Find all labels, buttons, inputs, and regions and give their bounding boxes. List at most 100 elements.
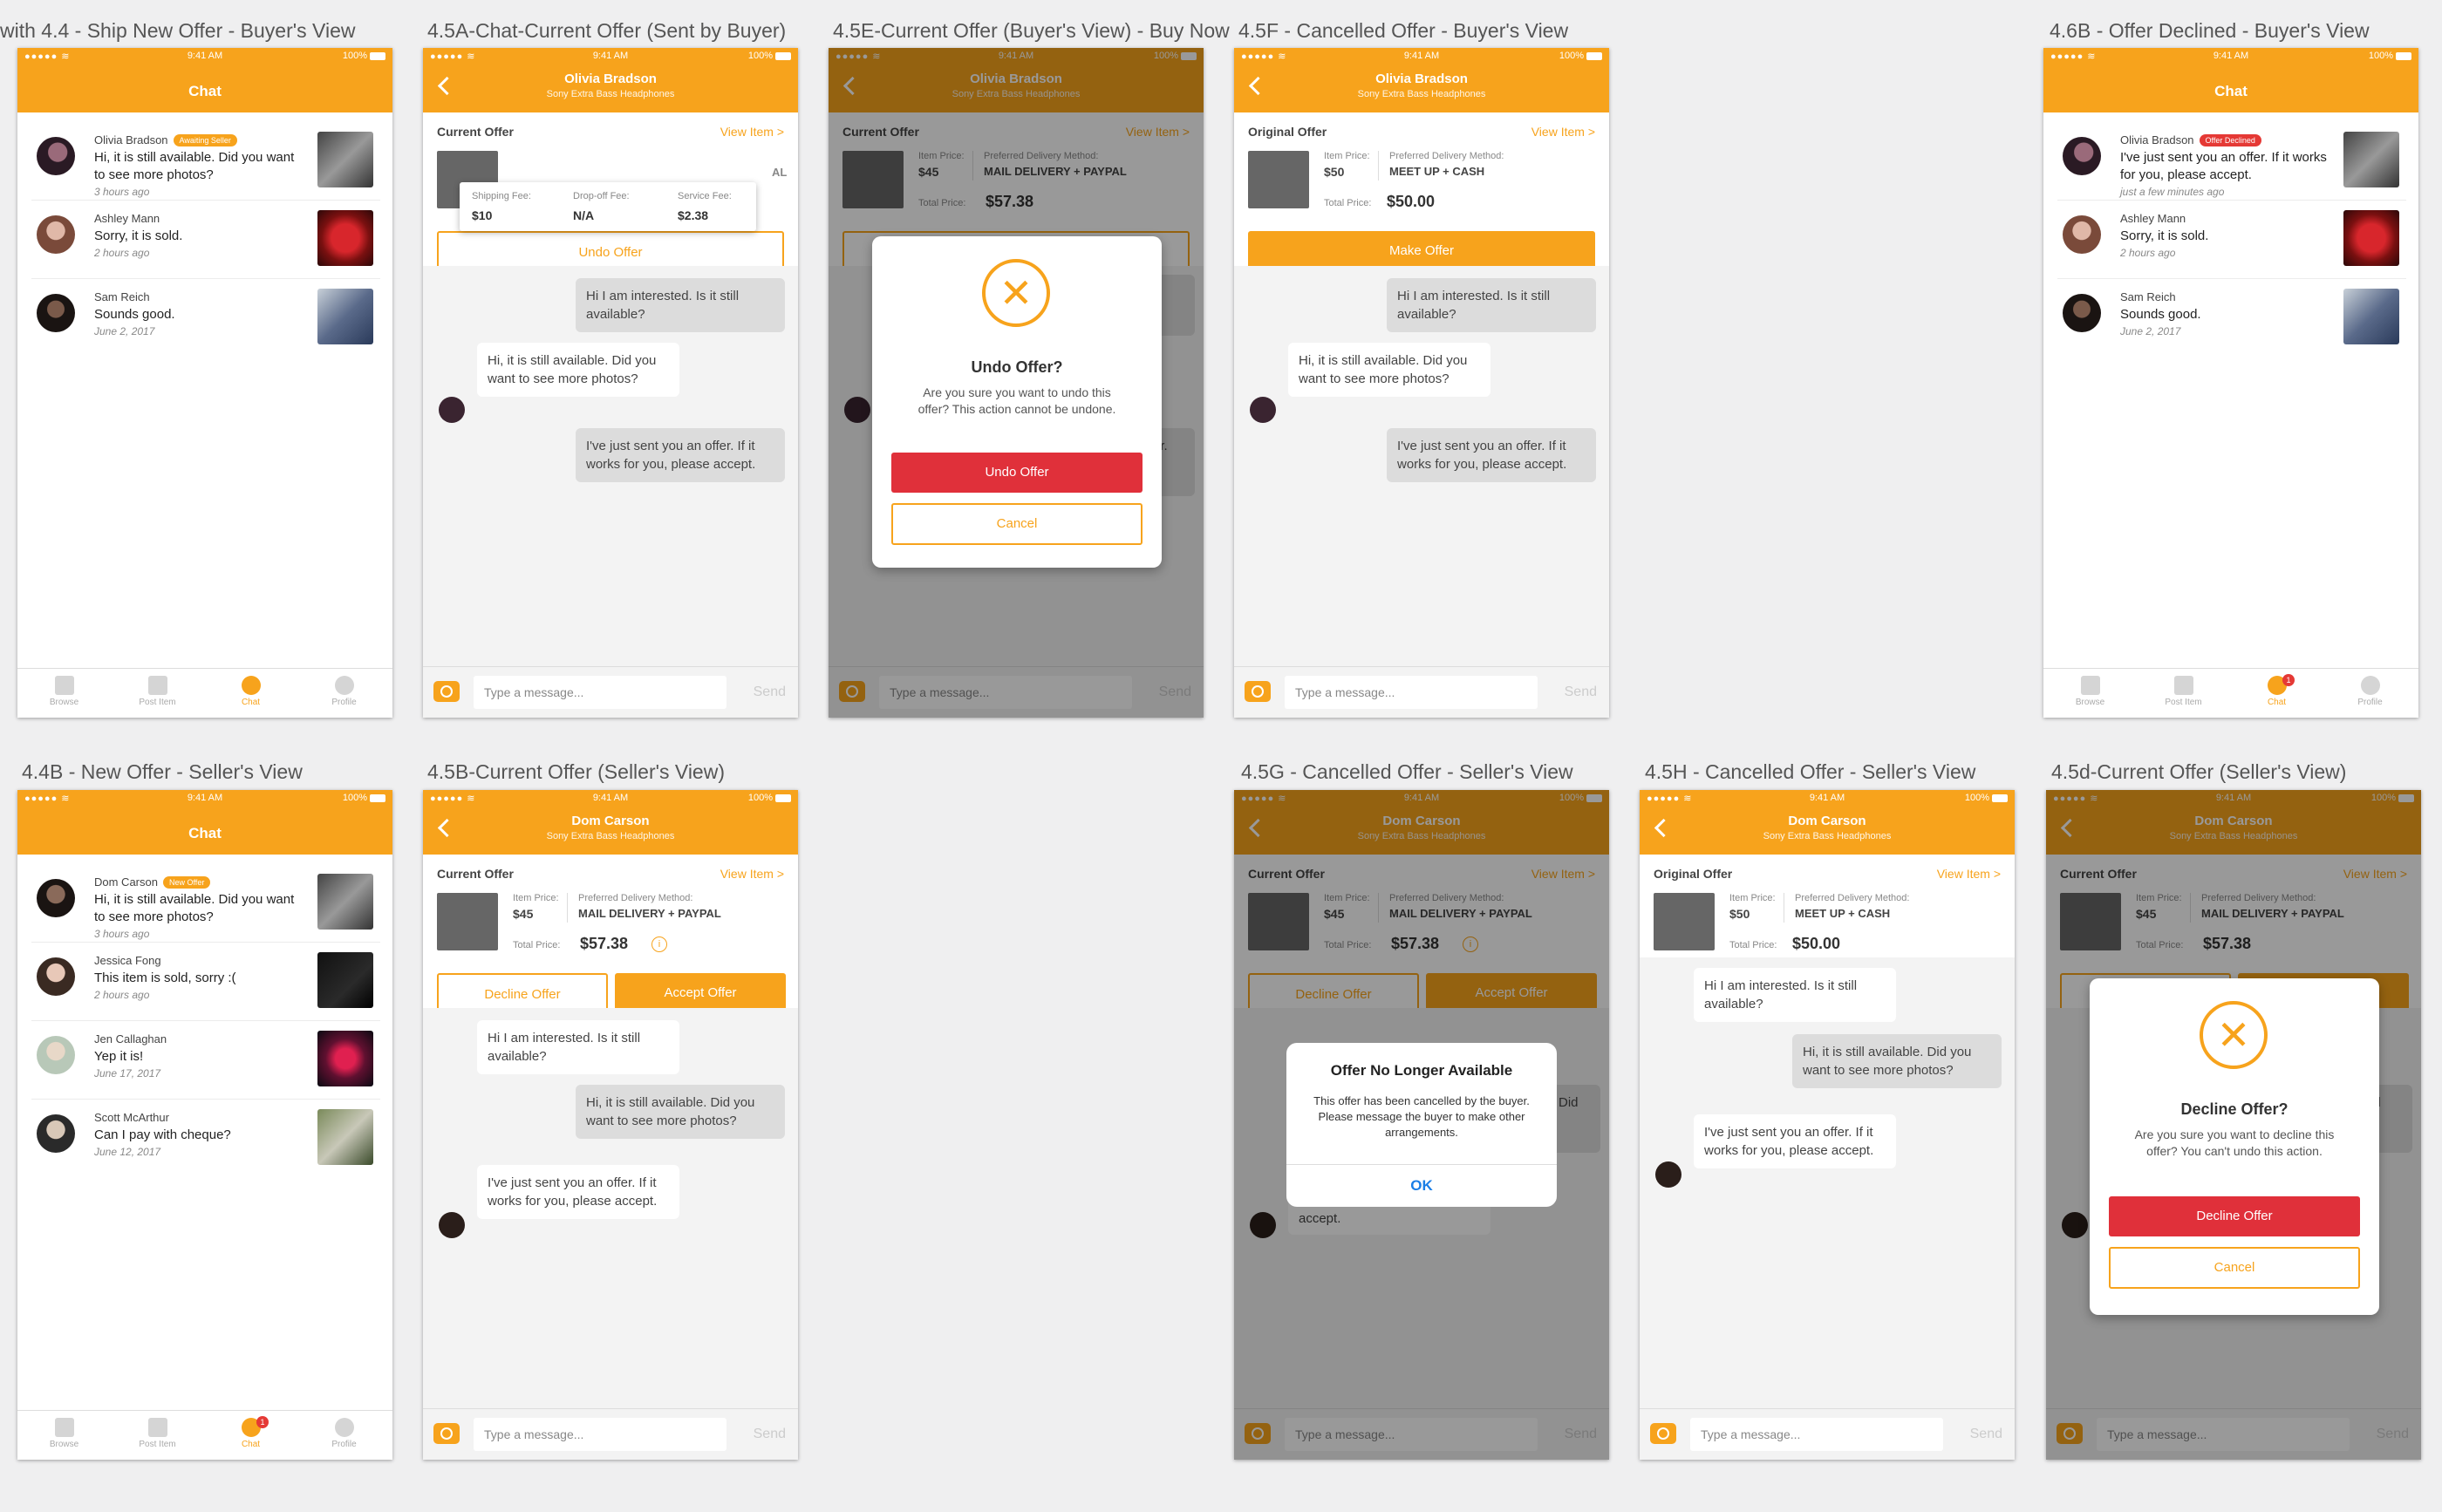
partial-text: AL [772,166,788,179]
artboard-label: with 4.4 - Ship New Offer - Buyer's View [0,19,356,42]
conversation-item[interactable]: Ashley Mann Sorry, it is sold. 2 hours a… [2057,200,2406,279]
conversation-item[interactable]: Jessica Fong This item is sold, sorry :(… [31,942,380,1021]
tab-browse[interactable]: Browse [17,674,111,707]
message-input[interactable]: Type a message... [474,1418,726,1451]
total-price: $50.00 [1792,935,1841,952]
send-button[interactable]: Send [1565,676,1597,709]
tab-browse[interactable]: Browse [2043,674,2137,707]
tab-chat[interactable]: Chat 1 [2230,674,2323,707]
tab-post-item[interactable]: Post Item [111,674,204,707]
contact-name: Dom Carson [1788,814,1866,828]
tab-post-item[interactable]: Post Item [2137,674,2230,707]
contact-name: Dom Carson [571,814,650,828]
info-icon[interactable]: i [651,936,667,952]
cancel-button[interactable]: Cancel [2109,1247,2360,1289]
conversation-item[interactable]: Ashley Mann Sorry, it is sold. 2 hours a… [31,200,380,279]
nav-bar: ●●●●● ≋ 9:41 AM 100% Chat [2043,48,2418,112]
message-composer: Type a message... Send [423,666,798,718]
conversation-item[interactable]: Sam Reich Sounds good. June 2, 2017 [2057,278,2406,357]
last-message: Sounds good. [94,307,175,322]
artboard-label: 4.5B-Current Offer (Seller's View) [427,760,725,783]
confirm-undo-button[interactable]: Undo Offer [891,453,1143,493]
offer-title: Original Offer [1248,125,1327,139]
message-list: Hi I am interested. Is it still availabl… [1640,957,2015,1411]
message-bubble-sent: I've just sent you an offer. If it works… [1387,428,1596,482]
send-button[interactable]: Send [754,676,786,709]
message-composer: Type a message... Send [1234,666,1609,718]
tab-bar: Browse Post Item Chat Profile [17,668,392,718]
view-item-link[interactable]: View Item > [720,125,784,139]
decline-offer-dialog: ✕ Decline Offer? Are you sure you want t… [2090,978,2379,1315]
conversation-item[interactable]: Jen Callaghan Yep it is! June 17, 2017 [31,1020,380,1100]
camera-icon[interactable] [433,1423,460,1444]
timestamp: 3 hours ago [94,928,150,940]
ok-button[interactable]: OK [1286,1164,1557,1207]
conversation-item[interactable]: Olivia Bradson Offer Declined I've just s… [2057,121,2406,201]
contact-name: Ashley Mann [2120,212,2186,225]
nav-bar: ●●●●● ≋ 9:41 AM 100% Olivia Bradson Sony E… [423,48,798,112]
offer-unavailable-alert: Offer No Longer Available This offer has… [1286,1043,1557,1207]
cancel-button[interactable]: Cancel [891,503,1143,545]
screen-cancelled-offer-seller: ●●●●● ≋ 9:41 AM 100% Dom Carson Sony Extra… [1640,790,2015,1460]
message-bubble-sent: Hi I am interested. Is it still availabl… [1387,278,1596,332]
contact-name: Jen Callaghan [94,1032,167,1045]
timestamp: June 2, 2017 [2120,325,2181,337]
contact-name: Sam Reich [94,290,150,303]
camera-icon[interactable] [433,681,460,702]
artboard-label: 4.5H - Cancelled Offer - Seller's View [1645,760,1976,783]
item-price: $50 [1729,907,1750,921]
tab-chat[interactable]: Chat [204,674,297,707]
view-item-link[interactable]: View Item > [720,867,784,881]
confirm-decline-button[interactable]: Decline Offer [2109,1196,2360,1236]
message-bubble-sent: Hi, it is still available. Did you want … [576,1085,785,1139]
tab-profile[interactable]: Profile [297,1416,391,1449]
screen-cancelled-offer-buyer: ●●●●● ≋ 9:41 AM 100% Olivia Bradson Sony E… [1234,48,1609,718]
tab-chat[interactable]: Chat 1 [204,1416,297,1449]
tab-bar: Browse Post Item Chat 1 Profile [2043,668,2418,718]
conversation-item[interactable]: Olivia Bradson Awaiting Seller Hi, it is … [31,121,380,201]
tab-post-item[interactable]: Post Item [111,1416,204,1449]
conversation-item[interactable]: Scott McArthur Can I pay with cheque? Ju… [31,1099,380,1177]
send-button[interactable]: Send [1970,1418,2002,1451]
total-price: $50.00 [1387,193,1436,210]
tab-profile[interactable]: Profile [2323,674,2417,707]
message-bubble-received: Hi, it is still available. Did you want … [1288,343,1490,397]
status-bar: ●●●●● ≋ 9:41 AM 100% [17,51,392,63]
offer-title: Original Offer [1654,867,1733,881]
contact-name: Scott McArthur [94,1111,169,1124]
avatar [2063,137,2101,175]
delivery-method: MEET UP + CASH [1795,907,1891,920]
contact-name: Olivia Bradson [564,72,657,86]
conversation-item[interactable]: Dom Carson New Offer Hi, it is still avai… [31,863,380,943]
tab-browse[interactable]: Browse [17,1416,111,1449]
tab-profile[interactable]: Profile [297,674,391,707]
dialog-title: Decline Offer? [2180,1100,2289,1118]
timestamp: 2 hours ago [94,989,150,1001]
page-title: Chat [188,83,222,99]
send-button[interactable]: Send [754,1418,786,1451]
camera-icon[interactable] [1650,1423,1676,1444]
message-input[interactable]: Type a message... [1285,676,1538,709]
camera-icon[interactable] [1245,681,1271,702]
artboard-label: 4.5d-Current Offer (Seller's View) [2051,760,2347,783]
message-input[interactable]: Type a message... [474,676,726,709]
item-thumbnail [317,1031,373,1086]
timestamp: 3 hours ago [94,186,150,198]
screen-offer-declined-buyer: ●●●●● ≋ 9:41 AM 100% Chat Olivia Bradson Of… [2043,48,2418,718]
conversation-item[interactable]: Sam Reich Sounds good. June 2, 2017 [31,278,380,357]
offer-panel: Original Offer View Item > Item Price: $… [1234,112,1609,271]
nav-bar: ●●●●● ≋ 9:41 AM 100% Chat [17,48,392,112]
offer-panel: Current Offer View Item > Item Price: $4… [423,855,798,1013]
view-item-link[interactable]: View Item > [1531,125,1595,139]
product-name: Sony Extra Bass Headphones [1763,831,1892,841]
item-thumbnail [437,893,498,950]
page-title: Chat [188,825,222,841]
view-item-link[interactable]: View Item > [1937,867,2001,881]
undo-offer-dialog: ✕ Undo Offer? Are you sure you want to u… [872,236,1162,568]
message-input[interactable]: Type a message... [1690,1418,1943,1451]
item-thumbnail [317,132,373,187]
screen-chat-list-seller: ●●●●● ≋ 9:41 AM 100% Chat Dom Carson New Of… [17,790,392,1460]
timestamp: June 17, 2017 [94,1067,161,1080]
nav-bar: ●●●●● ≋ 9:41 AM 100% Dom Carson Sony Extra… [423,790,798,855]
notification-badge: 1 [2282,674,2295,686]
